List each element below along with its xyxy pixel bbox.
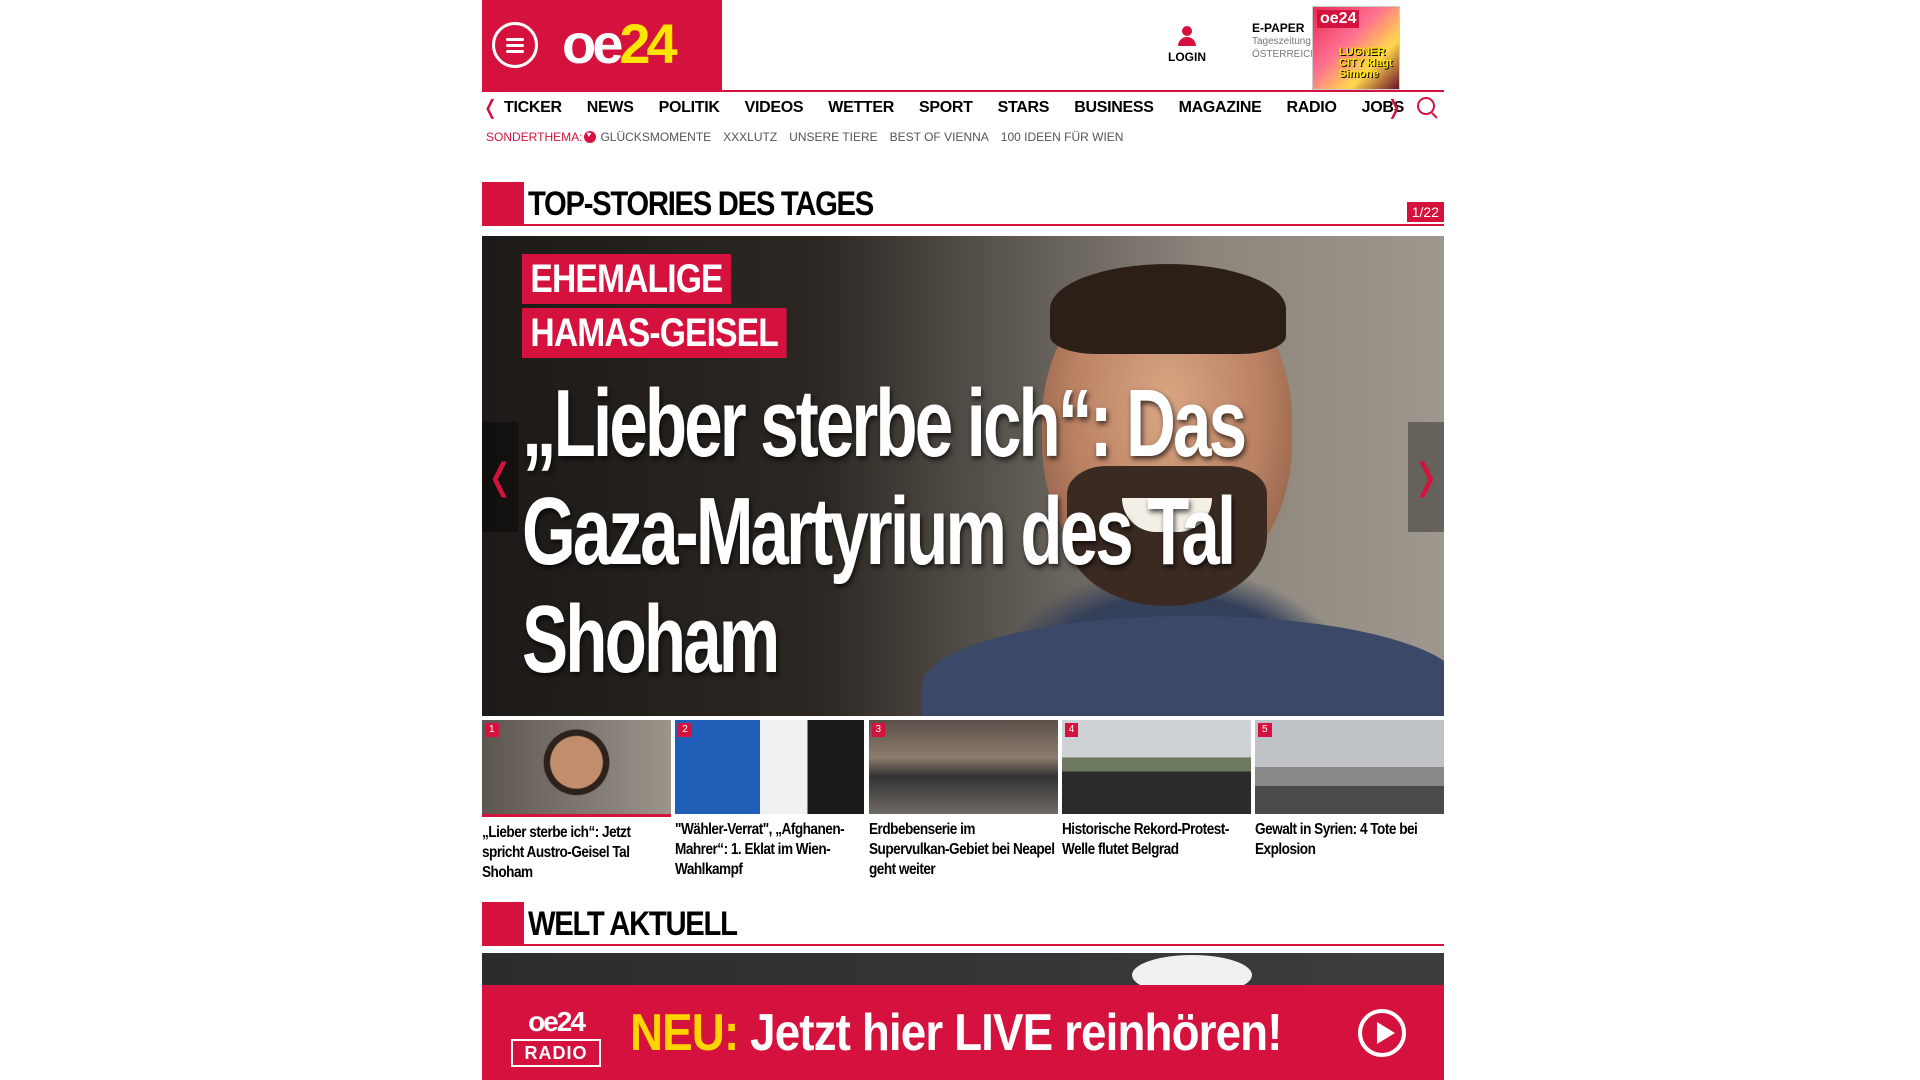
login-button[interactable]: LOGIN [1162, 26, 1212, 64]
nav-item-news[interactable]: NEWS [587, 99, 634, 117]
thumb-image: 4 [1061, 720, 1251, 814]
thumb-title[interactable]: "Wähler-Verrat", „Afghanen-Mahrer“: 1. E… [675, 820, 864, 880]
story-thumb-4[interactable]: 4 Historische Rekord-Protest-Welle flute… [1061, 720, 1251, 883]
heart-icon [584, 130, 597, 143]
nav-item-business[interactable]: BUSINESS [1074, 99, 1154, 117]
thumb-number: 2 [678, 723, 692, 737]
top-stories-header: TOP-STORIES DES TAGES 1/22 [482, 182, 1444, 226]
hero-story[interactable]: EHEMALIGE HAMAS-GEISEL „Lieber sterbe ic… [482, 236, 1444, 716]
section-marker [482, 182, 524, 226]
logo-24: 24 [619, 12, 677, 75]
nav-item-wetter[interactable]: WETTER [828, 99, 894, 117]
user-icon [1177, 26, 1197, 48]
subnav-item-xxxlutz[interactable]: XXXLUTZ [723, 130, 777, 144]
nav-item-videos[interactable]: VIDEOS [745, 99, 804, 117]
thumb-number: 5 [1258, 723, 1272, 737]
hero-kicker-line2: HAMAS-GEISEL [522, 308, 787, 358]
slide-counter: 1/22 [1406, 202, 1444, 222]
nav-item-magazine[interactable]: MAGAZINE [1179, 99, 1262, 117]
nav-items: TICKER NEWS POLITIK VIDEOS WETTER SPORT … [504, 99, 1429, 117]
play-icon[interactable] [1358, 1009, 1406, 1057]
sub-nav: SONDERTHEMA: GLÜCKSMOMENTE XXXLUTZ UNSER… [486, 130, 1135, 144]
nav-next-icon[interactable]: ❭ [1386, 96, 1403, 120]
thumb-image: 1 [482, 720, 671, 817]
hero-headline[interactable]: „Lieber sterbe ich“: Das Gaza-Martyrium … [522, 370, 1271, 694]
story-thumbnails: 1 „Lieber sterbe ich“: Jetzt spricht Aus… [482, 720, 1444, 883]
section-rule [524, 224, 1444, 226]
main-nav: ❬ TICKER NEWS POLITIK VIDEOS WETTER SPOR… [482, 90, 1444, 124]
hero-kicker: EHEMALIGE HAMAS-GEISEL [522, 254, 837, 362]
story-thumb-5[interactable]: 5 Gewalt in Syrien: 4 Tote bei Explosion [1255, 720, 1444, 883]
hero-kicker-line1: EHEMALIGE [522, 254, 731, 304]
section-marker [482, 902, 524, 946]
page: oe24 LOGIN E-PAPER Tageszeitung ÖSTERREI… [482, 0, 1444, 1080]
thumb-title[interactable]: Historische Rekord-Protest-Welle flutet … [1062, 820, 1251, 860]
epaper-cover-image[interactable]: oe24 LUGNER CITY klagt Simone [1312, 6, 1400, 90]
hero-image-hair [1050, 264, 1286, 354]
logo-area: oe24 [482, 0, 722, 90]
section-title: TOP-STORIES DES TAGES [528, 185, 874, 223]
thumb-number: 1 [485, 723, 499, 737]
search-icon[interactable] [1417, 97, 1435, 115]
subnav-label: SONDERTHEMA: [486, 130, 583, 144]
thumb-title[interactable]: „Lieber sterbe ich“: Jetzt spricht Austr… [482, 823, 671, 883]
story-thumb-2[interactable]: 2 "Wähler-Verrat", „Afghanen-Mahrer“: 1.… [675, 720, 865, 883]
epaper-cover-headline: LUGNER CITY klagt Simone [1339, 46, 1393, 80]
subnav-item-gluecksmomente[interactable]: GLÜCKSMOMENTE [600, 130, 711, 144]
slider-next-icon[interactable]: ❭ [1408, 422, 1444, 532]
radio-banner-text: NEU: Jetzt hier LIVE reinhören! [630, 1005, 1282, 1061]
nav-item-sport[interactable]: SPORT [919, 99, 973, 117]
story-thumb-1[interactable]: 1 „Lieber sterbe ich“: Jetzt spricht Aus… [482, 720, 671, 883]
radio-logo-top: oe24 [528, 1006, 586, 1037]
hamburger-menu-icon[interactable] [492, 22, 538, 68]
welt-aktuell-image[interactable] [482, 953, 1444, 995]
site-logo[interactable]: oe24 [562, 12, 678, 75]
radio-live-banner[interactable]: oe24 RADIO NEU: Jetzt hier LIVE reinhöre… [482, 985, 1444, 1080]
welt-aktuell-header: WELT AKTUELL [482, 902, 1444, 946]
slider-prev-icon[interactable]: ❬ [482, 422, 518, 532]
logo-oe: oe [562, 12, 623, 75]
thumb-image: 2 [675, 720, 865, 814]
nav-item-ticker[interactable]: TICKER [504, 99, 562, 117]
thumb-image: 5 [1255, 720, 1444, 814]
nav-prev-icon[interactable]: ❬ [482, 96, 499, 120]
section-title: WELT AKTUELL [528, 905, 738, 943]
thumb-image: 3 [868, 720, 1058, 814]
subnav-item-best-of-vienna[interactable]: BEST OF VIENNA [890, 130, 989, 144]
radio-new-label: NEU: [630, 1004, 739, 1062]
subnav-item-unsere-tiere[interactable]: UNSERE TIERE [789, 130, 877, 144]
story-thumb-3[interactable]: 3 Erdbebenserie im Supervulkan-Gebiet be… [868, 720, 1058, 883]
nav-item-politik[interactable]: POLITIK [659, 99, 720, 117]
thumb-number: 4 [1064, 723, 1079, 737]
radio-logo: oe24 RADIO [510, 1007, 602, 1067]
login-label: LOGIN [1168, 50, 1206, 64]
radio-logo-bottom: RADIO [511, 1039, 601, 1067]
thumb-number: 3 [871, 723, 886, 737]
radio-cta-text: Jetzt hier LIVE reinhören! [738, 1004, 1282, 1062]
thumb-title[interactable]: Erdbebenserie im Supervulkan-Gebiet bei … [869, 820, 1058, 880]
nav-item-radio[interactable]: RADIO [1287, 99, 1337, 117]
epaper-cover-logo: oe24 [1317, 10, 1360, 28]
nav-item-stars[interactable]: STARS [998, 99, 1050, 117]
site-header: oe24 LOGIN E-PAPER Tageszeitung ÖSTERREI… [482, 0, 1444, 90]
subnav-item-100-ideen[interactable]: 100 IDEEN FÜR WIEN [1001, 130, 1124, 144]
thumb-title[interactable]: Gewalt in Syrien: 4 Tote bei Explosion [1255, 820, 1444, 860]
section-rule [524, 944, 1444, 946]
